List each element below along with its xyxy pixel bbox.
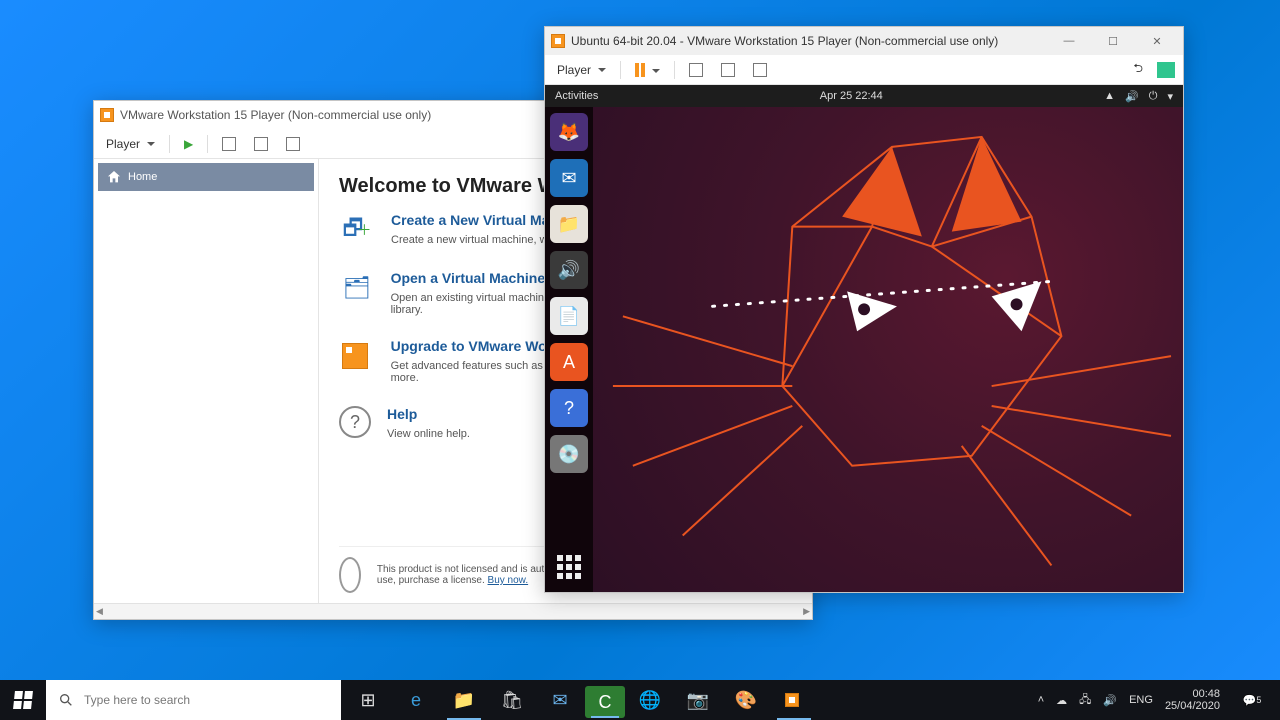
fit-guest-icon[interactable] [717,61,739,79]
language-indicator[interactable]: ENG [1129,694,1153,706]
onedrive-icon[interactable]: ☁ [1056,694,1067,707]
edge-icon[interactable]: e [393,680,439,720]
taskbar-clock[interactable]: 00:48 25/04/2020 [1165,688,1220,712]
network-icon[interactable]: ▲ [1104,90,1115,102]
vm-title: Ubuntu 64-bit 20.04 - VMware Workstation… [571,34,998,48]
gnome-clock[interactable]: Apr 25 22:44 [598,90,1104,102]
help-circle-icon: ? [339,406,371,438]
ubuntu-dock: 🦊 ✉ 📁 🔊 📄 A? 💿 [545,107,593,592]
rhythmbox-icon[interactable]: 🔊 [550,251,588,289]
chevron-down-icon[interactable]: ▾ [1167,90,1173,103]
action-title: Help [387,406,417,422]
search-placeholder: Type here to search [84,693,190,707]
disc-icon[interactable]: 💿 [550,435,588,473]
chrome-icon[interactable]: 🌐 [627,680,673,720]
libreoffice-writer-icon[interactable]: 📄 [550,297,588,335]
snagit-icon[interactable]: 📷 [675,680,721,720]
send-ctrl-alt-del-icon[interactable] [218,135,240,153]
firefox-icon[interactable]: 🦊 [550,113,588,151]
system-tray: ˄ ☁ 🖧 🔊 ENG 00:48 25/04/2020 💬5 [1030,688,1280,712]
home-icon [106,169,122,185]
start-button[interactable] [0,680,46,720]
gnome-top-bar: Activities Apr 25 22:44 ▲ 🔊 ⏻ ▾ [545,85,1183,107]
action-title: Open a Virtual Machine [391,270,546,286]
cycle-devices-icon[interactable]: ⮌ [1129,57,1147,82]
volume-icon[interactable]: 🔊 [1125,90,1139,103]
paint-icon[interactable]: 🎨 [723,680,769,720]
vmware-icon [551,34,565,48]
clock-date: 25/04/2020 [1165,700,1220,712]
taskbar-items: ⊞ e 📁 🛍 ✉ C 🌐 📷 🎨 [345,680,817,720]
vmware-guest-window: Ubuntu 64-bit 20.04 - VMware Workstation… [544,26,1184,593]
ribbon-icon [339,557,361,593]
thunderbird-icon[interactable]: ✉ [550,159,588,197]
vmware-taskbar-icon[interactable] [771,680,817,720]
camtasia-icon[interactable]: C [585,686,625,718]
home-title: VMware Workstation 15 Player (Non-commer… [120,108,431,122]
upgrade-icon [339,338,375,374]
new-vm-icon: 🗗＋ [339,212,375,248]
show-applications-icon[interactable] [550,548,588,586]
clock-time: 00:48 [1192,688,1220,700]
player-menu[interactable]: Player [102,135,159,153]
ubuntu-software-icon[interactable]: A [550,343,588,381]
fit-guest-icon[interactable] [250,135,272,153]
action-desc: View online help. [387,428,470,440]
sidebar-item-label: Home [128,171,157,183]
send-ctrl-alt-del-icon[interactable] [685,61,707,79]
horizontal-scrollbar[interactable]: ◀▶ [94,603,812,619]
search-icon [58,692,74,708]
pause-button[interactable] [631,61,664,79]
taskbar-search[interactable]: Type here to search [46,680,341,720]
minimize-button[interactable]: — [1047,27,1091,55]
fullscreen-icon[interactable] [749,61,771,79]
gnome-activities[interactable]: Activities [555,90,598,102]
tray-overflow-icon[interactable]: ˄ [1038,694,1044,706]
file-explorer-icon[interactable]: 📁 [441,680,487,720]
volume-tray-icon[interactable]: 🔊 [1103,694,1117,707]
open-vm-icon: 🗂 [339,270,375,306]
vm-toolbar: Player ⮌ [545,55,1183,85]
ubuntu-wallpaper-focal-fossa [593,107,1183,592]
power-icon[interactable]: ⏻ [1149,90,1158,103]
vm-titlebar[interactable]: Ubuntu 64-bit 20.04 - VMware Workstation… [545,27,1183,55]
files-icon[interactable]: 📁 [550,205,588,243]
fullscreen-icon[interactable] [282,135,304,153]
network-tray-icon[interactable]: 🖧 [1079,691,1091,710]
windows-taskbar: Type here to search ⊞ e 📁 🛍 ✉ C 🌐 📷 🎨 ˄ … [0,680,1280,720]
guest-screen: Activities Apr 25 22:44 ▲ 🔊 ⏻ ▾ 🦊 ✉ 📁 🔊 📄 A? 💿 [545,85,1183,592]
unity-mode-icon[interactable] [1157,62,1175,78]
task-view-icon[interactable]: ⊞ [345,680,391,720]
play-button[interactable]: ▶ [180,135,197,153]
vmware-icon [100,108,114,122]
sidebar-item-home[interactable]: Home [98,163,314,191]
microsoft-store-icon[interactable]: 🛍 [489,680,535,720]
buy-now-link[interactable]: Buy now. [488,575,529,586]
library-sidebar: Home [94,159,319,603]
maximize-button[interactable]: ☐ [1091,27,1135,55]
notification-count: 5 [1256,695,1261,705]
help-icon[interactable]: ? [550,389,588,427]
action-center-icon[interactable]: 💬5 [1232,694,1272,707]
player-menu[interactable]: Player [553,61,610,79]
mail-icon[interactable]: ✉ [537,680,583,720]
close-button[interactable]: ✕ [1135,27,1179,55]
